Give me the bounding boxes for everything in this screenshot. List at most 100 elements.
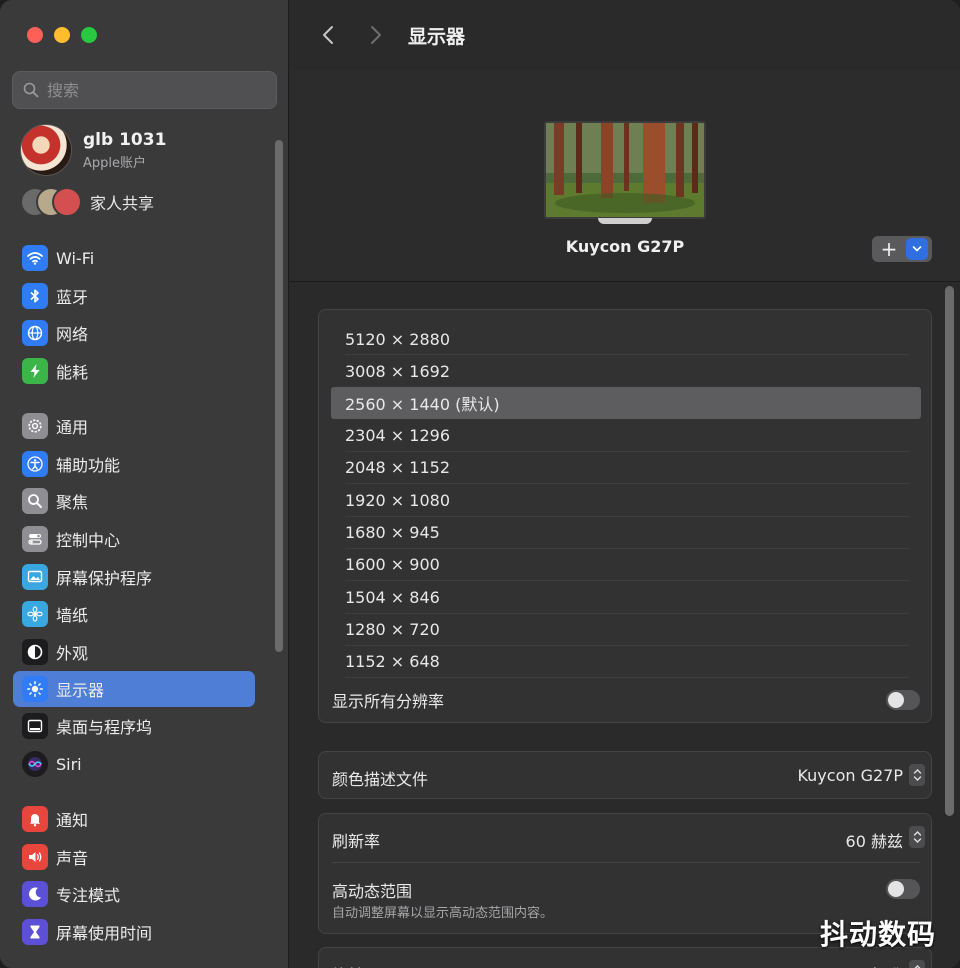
hourglass-icon	[22, 919, 48, 945]
moon-icon	[22, 881, 48, 907]
chevron-left-icon	[323, 26, 333, 44]
monitor-stand	[598, 218, 652, 224]
up-down-chevron-icon	[913, 831, 921, 843]
resolution-option[interactable]: 3008 × 1692	[331, 355, 921, 387]
account-subtitle: Apple账户	[83, 155, 147, 171]
sidebar-item-label: 控制中心	[56, 531, 121, 550]
search-field[interactable]	[12, 71, 277, 109]
refresh-rate-value[interactable]: 60 赫兹	[846, 828, 903, 852]
forward-button[interactable]	[364, 22, 388, 48]
sidebar-item-label: 屏幕保护程序	[56, 569, 153, 588]
main-content: 显示器 Kuycon G27P + 5120 × 2880 3008 × 169…	[290, 0, 960, 968]
resolution-option[interactable]: 2048 × 1152	[331, 451, 921, 483]
refresh-rate-popup[interactable]	[909, 826, 925, 848]
sidebar-item-label: 桌面与程序坞	[56, 718, 153, 737]
resolution-option[interactable]: 1600 × 900	[331, 548, 921, 580]
sidebar-item-wallpaper[interactable]: 墙纸	[13, 596, 255, 632]
control-center-icon	[22, 526, 48, 552]
resolution-option[interactable]: 1152 × 648	[331, 645, 921, 677]
sidebar-item-appearance[interactable]: 外观	[13, 634, 255, 670]
sidebar-item-label: 通知	[56, 811, 89, 830]
search-input[interactable]	[47, 80, 247, 100]
add-display-button[interactable]: +	[872, 236, 932, 262]
divider	[345, 677, 909, 678]
sidebar-item-label: 网络	[56, 325, 89, 344]
sidebar-item-displays[interactable]: 显示器	[13, 671, 255, 707]
family-sharing[interactable]: 家人共享	[20, 187, 154, 217]
resolution-option[interactable]: 2304 × 1296	[331, 419, 921, 451]
back-button[interactable]	[316, 22, 340, 48]
sidebar-item-notifications[interactable]: 通知	[13, 801, 255, 837]
add-display-dropdown[interactable]	[906, 238, 928, 260]
brightness-sun-icon	[22, 676, 48, 702]
sidebar-item-label: 专注模式	[56, 886, 121, 905]
sidebar-item-energy[interactable]: 能耗	[13, 353, 255, 389]
monitor-name: Kuycon G27P	[565, 237, 685, 256]
apple-account[interactable]: glb 1031 Apple账户	[20, 124, 166, 176]
show-all-resolutions-toggle[interactable]	[886, 690, 920, 710]
sidebar-item-screen-time[interactable]: 屏幕使用时间	[13, 914, 255, 950]
sidebar-item-focus[interactable]: 专注模式	[13, 876, 255, 912]
color-profile-value[interactable]: Kuycon G27P	[797, 766, 903, 785]
sidebar-item-sound[interactable]: 声音	[13, 839, 255, 875]
sidebar-item-label: Siri	[56, 754, 82, 774]
show-all-resolutions-label: 显示所有分辨率	[332, 692, 445, 711]
sidebar-item-label: 聚焦	[56, 493, 89, 512]
sidebar-item-general[interactable]: 通用	[13, 408, 255, 444]
sidebar-item-accessibility[interactable]: 辅助功能	[13, 446, 255, 482]
sidebar-item-wifi[interactable]: Wi-Fi	[13, 240, 255, 276]
color-profile-label: 颜色描述文件	[332, 770, 429, 789]
avatar	[20, 124, 72, 176]
content-scrollbar[interactable]	[945, 286, 954, 816]
resolution-option[interactable]: 1920 × 1080	[331, 484, 921, 516]
sidebar-scrollbar[interactable]	[275, 140, 283, 652]
sidebar-item-network[interactable]: 网络	[13, 315, 255, 351]
sidebar-item-bluetooth[interactable]: 蓝牙	[13, 278, 255, 314]
close-window-button[interactable]	[27, 27, 43, 43]
battery-bolt-icon	[22, 358, 48, 384]
sidebar-item-label: 声音	[56, 849, 89, 868]
account-name: glb 1031	[83, 129, 167, 150]
color-profile-panel: 颜色描述文件 Kuycon G27P	[318, 751, 932, 799]
rotation-value[interactable]: 标准	[871, 962, 903, 968]
forest-wallpaper-image	[546, 123, 704, 217]
rotation-popup[interactable]	[909, 960, 925, 968]
sidebar-item-siri[interactable]: Siri	[13, 746, 255, 782]
dock-icon	[22, 713, 48, 739]
resolution-option[interactable]: 1504 × 846	[331, 581, 921, 613]
sidebar-item-label: 墙纸	[56, 606, 89, 625]
resolution-option[interactable]: 1680 × 945	[331, 516, 921, 548]
resolution-option[interactable]: 5120 × 2880	[331, 323, 921, 355]
chevron-down-icon	[912, 246, 922, 252]
chevron-right-icon	[371, 26, 381, 44]
sidebar-item-desktop-dock[interactable]: 桌面与程序坞	[13, 708, 255, 744]
hdr-toggle[interactable]	[886, 879, 920, 899]
bluetooth-icon	[22, 283, 48, 309]
up-down-chevron-icon	[913, 769, 921, 781]
globe-icon	[22, 320, 48, 346]
minimize-window-button[interactable]	[54, 27, 70, 43]
watermark: 抖动数码	[820, 918, 937, 951]
monitor-thumbnail[interactable]	[544, 121, 706, 219]
sidebar-item-label: 能耗	[56, 363, 89, 382]
color-profile-popup[interactable]	[909, 764, 925, 786]
accessibility-icon	[22, 451, 48, 477]
plus-icon: +	[880, 237, 898, 261]
sidebar-item-spotlight[interactable]: 聚焦	[13, 483, 255, 519]
sidebar-item-label: 辅助功能	[56, 456, 121, 475]
resolution-option[interactable]: 1280 × 720	[331, 613, 921, 645]
family-avatar	[52, 187, 82, 217]
window-controls	[27, 27, 97, 43]
family-sharing-label: 家人共享	[90, 194, 155, 213]
wallpaper-flower-icon	[22, 601, 48, 627]
search-icon	[23, 82, 39, 98]
sidebar-item-screensaver[interactable]: 屏幕保护程序	[13, 559, 255, 595]
speaker-icon	[22, 844, 48, 870]
resolution-option-selected[interactable]: 2560 × 1440 (默认)	[331, 387, 921, 419]
gear-icon	[22, 413, 48, 439]
rotation-label: 旋转	[332, 962, 364, 968]
sidebar-item-label: 屏幕使用时间	[56, 924, 153, 943]
bell-icon	[22, 806, 48, 832]
sidebar-item-control-center[interactable]: 控制中心	[13, 521, 255, 557]
zoom-window-button[interactable]	[81, 27, 97, 43]
